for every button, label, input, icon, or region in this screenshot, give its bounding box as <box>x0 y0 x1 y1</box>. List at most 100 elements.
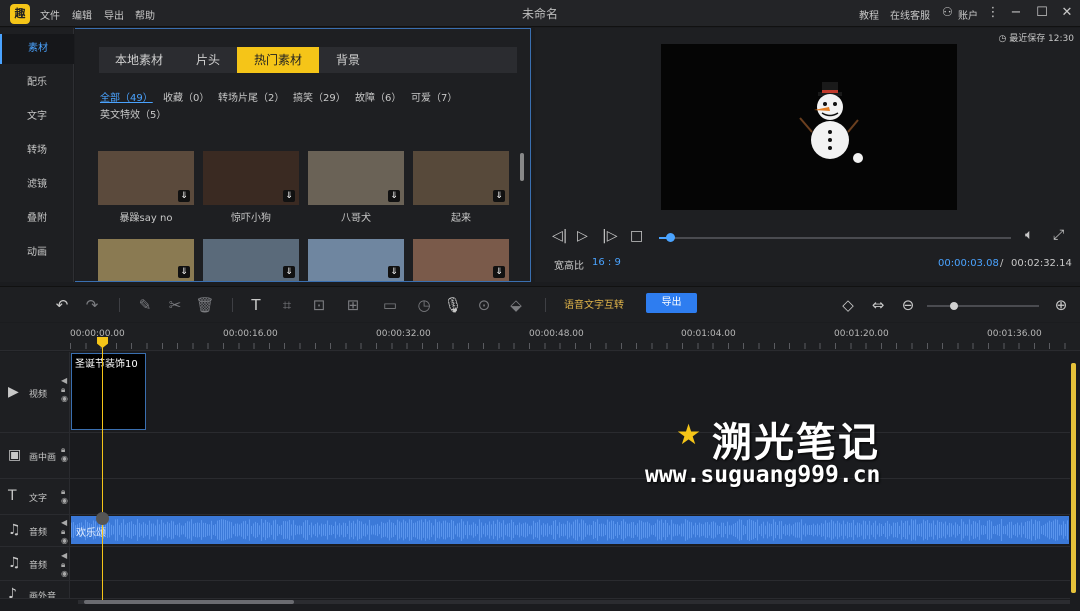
aspect-ratio-select[interactable]: 16 : 9 <box>592 257 621 268</box>
track-controls[interactable]: ◀︎ 🔒︎ ◉ <box>61 551 68 578</box>
microphone-icon[interactable]: 🎙︎ <box>443 295 463 315</box>
edit-icon[interactable]: ✎ <box>135 295 155 315</box>
snowman-graphic <box>799 82 863 163</box>
tab-background[interactable]: 背景 <box>319 47 377 73</box>
stop-icon[interactable]: □ <box>630 228 643 244</box>
thumb-item[interactable]: ⇓ <box>308 239 404 281</box>
audio-clip[interactable] <box>71 516 1069 544</box>
thumb-item[interactable]: ⇓ <box>98 239 194 281</box>
seek-knob[interactable] <box>666 233 675 242</box>
thumb-say-no[interactable]: ⇓ <box>98 151 194 205</box>
download-icon[interactable]: ⇓ <box>493 190 505 202</box>
category-transitions[interactable]: 转场片尾（2） <box>218 89 284 104</box>
track-header: ▣ 画中画 🔒︎ ◉ <box>0 433 70 478</box>
pip-track-icon: ▣ <box>8 447 22 463</box>
menu-file[interactable]: 文件 <box>40 7 60 22</box>
tab-intro[interactable]: 片头 <box>179 47 237 73</box>
nav-transition[interactable]: 转场 <box>0 136 74 166</box>
crop-icon[interactable]: ⌗ <box>277 295 297 315</box>
speech-to-text-button[interactable]: 语音文字互转 <box>564 296 624 311</box>
prev-frame-icon[interactable]: ◁| <box>552 228 567 244</box>
category-all[interactable]: 全部（49） <box>100 89 153 104</box>
marker-icon[interactable]: ◇ <box>838 295 858 315</box>
fit-icon[interactable]: ⇔ <box>868 295 888 315</box>
tab-local[interactable]: 本地素材 <box>99 47 179 73</box>
delete-icon[interactable]: 🗑︎ <box>195 295 215 315</box>
cut-icon[interactable]: ✂ <box>165 295 185 315</box>
fullscreen-icon[interactable]: ⤢ <box>1053 227 1064 243</box>
category-glitch[interactable]: 故障（6） <box>355 89 401 104</box>
download-icon[interactable]: ⇓ <box>178 266 190 278</box>
maximize-icon[interactable]: ☐ <box>1032 4 1052 22</box>
track-voiceover[interactable]: ♪ 画外音 <box>0 581 1070 599</box>
track-controls[interactable]: ◀︎ 🔒︎ ◉ <box>61 518 68 545</box>
tutorial-link[interactable]: 教程 <box>859 7 879 22</box>
menu-help[interactable]: 帮助 <box>135 7 155 22</box>
timeline-vertical-scrollbar[interactable] <box>1071 363 1076 593</box>
category-favorites[interactable]: 收藏（0） <box>163 89 209 104</box>
watermark-title: 溯光笔记 <box>712 420 880 466</box>
download-icon[interactable]: ⇓ <box>178 190 190 202</box>
nav-text[interactable]: 文字 <box>0 102 74 132</box>
support-link[interactable]: 在线客服 <box>890 7 930 22</box>
tab-hot[interactable]: 热门素材 <box>237 47 319 73</box>
track-audio-2[interactable]: ♫ 音频 ◀︎ 🔒︎ ◉ <box>0 547 1070 581</box>
record-screen-icon[interactable]: ⊙ <box>474 295 494 315</box>
frame-icon[interactable]: ⊡ <box>309 295 329 315</box>
zoom-slider-knob[interactable] <box>950 302 958 310</box>
track-text[interactable]: T 文字 🔒︎ ◉ <box>0 479 1070 515</box>
thumb-pug[interactable]: ⇓ <box>308 151 404 205</box>
volume-icon[interactable]: 🔈︎ <box>1025 227 1033 243</box>
track-controls[interactable]: 🔒︎ ◉ <box>61 445 68 463</box>
download-icon[interactable]: ⇓ <box>388 266 400 278</box>
redo-icon[interactable]: ↷ <box>82 295 102 315</box>
download-icon[interactable]: ⇓ <box>388 190 400 202</box>
save-status: ◷ 最近保存 12:30 <box>998 34 1074 44</box>
video-clip[interactable]: 圣诞节装饰10 <box>71 353 146 430</box>
fill-icon[interactable]: ⬙ <box>506 295 526 315</box>
account-link[interactable]: 账户 <box>958 7 978 22</box>
menu-export[interactable]: 导出 <box>104 7 124 22</box>
account-icon[interactable]: ⚇ <box>942 5 953 19</box>
thumb-scared-puppy[interactable]: ⇓ <box>203 151 299 205</box>
nav-overlay[interactable]: 叠附 <box>0 204 74 234</box>
minimize-icon[interactable]: − <box>1006 4 1026 22</box>
mosaic-icon[interactable]: ⊞ <box>343 295 363 315</box>
track-controls[interactable]: 🔒︎ ◉ <box>61 487 68 505</box>
export-button[interactable]: 导出 <box>646 293 697 313</box>
preview-canvas[interactable] <box>661 44 957 210</box>
playhead-drag-handle[interactable] <box>96 512 109 525</box>
freeze-icon[interactable]: ▭ <box>380 295 400 315</box>
media-scrollbar[interactable] <box>520 153 524 181</box>
timeline-horizontal-scrollbar[interactable] <box>84 600 294 604</box>
seek-bar[interactable] <box>659 237 1011 239</box>
thumb-item[interactable]: ⇓ <box>203 239 299 281</box>
nav-animation[interactable]: 动画 <box>0 238 74 268</box>
menu-edit[interactable]: 编辑 <box>72 7 92 22</box>
close-icon[interactable]: ✕ <box>1057 4 1077 22</box>
track-pip[interactable]: ▣ 画中画 🔒︎ ◉ <box>0 433 1070 479</box>
download-icon[interactable]: ⇓ <box>283 190 295 202</box>
nav-filter[interactable]: 滤镜 <box>0 170 74 200</box>
nav-music[interactable]: 配乐 <box>0 68 74 98</box>
more-menu-icon[interactable]: ⋮ <box>983 4 1003 22</box>
thumb-get-up[interactable]: ⇓ <box>413 151 509 205</box>
category-cute[interactable]: 可爱（7） <box>411 89 457 104</box>
nav-material[interactable]: 素材 <box>0 34 74 64</box>
zoom-slider[interactable] <box>927 305 1039 307</box>
zoom-out-icon[interactable]: ⊖ <box>898 295 918 315</box>
category-funny[interactable]: 搞笑（29） <box>293 89 346 104</box>
undo-icon[interactable]: ↶ <box>52 295 72 315</box>
download-icon[interactable]: ⇓ <box>493 266 505 278</box>
category-english-fx[interactable]: 英文特效（5） <box>100 106 166 121</box>
zoom-in-icon[interactable]: ⊕ <box>1051 295 1071 315</box>
track-controls[interactable]: ◀︎ 🔒︎ ◉ <box>61 376 68 403</box>
speed-icon[interactable]: ◷ <box>414 295 434 315</box>
thumb-item[interactable]: ⇓ <box>413 239 509 281</box>
next-frame-icon[interactable]: |▷ <box>602 228 617 244</box>
play-icon[interactable]: ▷ <box>577 228 588 244</box>
text-tool-icon[interactable]: T <box>246 295 266 315</box>
download-icon[interactable]: ⇓ <box>283 266 295 278</box>
track-video[interactable]: ▶ 视频 ◀︎ 🔒︎ ◉ <box>0 352 1070 433</box>
timeline-ruler[interactable]: 00:00:00.00 00:00:16.00 00:00:32.00 00:0… <box>0 323 1080 351</box>
